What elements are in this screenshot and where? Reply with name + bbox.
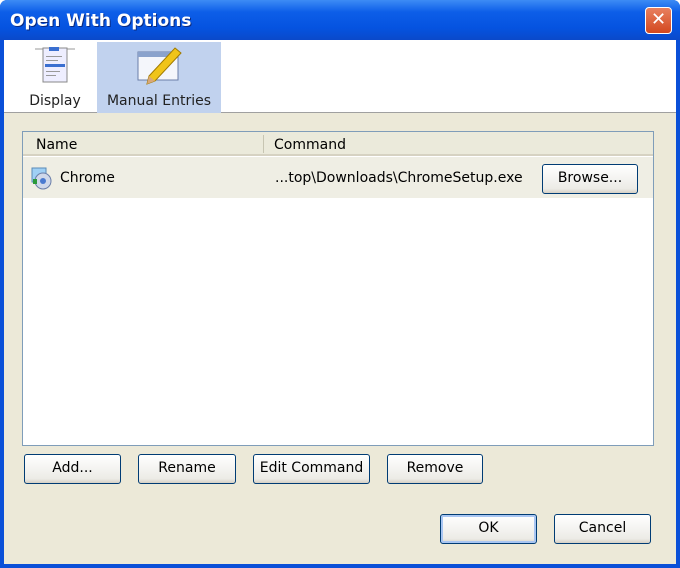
table-row[interactable]: Chrome ...top\Downloads\ChromeSetup.exe …	[23, 157, 653, 198]
dialog-window: Open With Options ✕ Display Manual Entri…	[0, 0, 680, 568]
entry-command: ...top\Downloads\ChromeSetup.exe	[275, 170, 523, 186]
close-icon: ✕	[650, 9, 667, 30]
tab-display[interactable]: Display	[10, 42, 100, 113]
close-button[interactable]: ✕	[645, 7, 672, 34]
tab-manual-entries-label: Manual Entries	[106, 93, 212, 109]
rename-button[interactable]: Rename	[138, 454, 236, 484]
cancel-button[interactable]: Cancel	[554, 514, 651, 544]
entry-name: Chrome	[60, 170, 115, 186]
display-icon	[35, 47, 75, 83]
window-title: Open With Options	[10, 11, 192, 31]
chrome-setup-icon	[31, 167, 52, 190]
column-divider[interactable]	[263, 135, 264, 153]
ok-button[interactable]: OK	[440, 514, 537, 544]
add-button[interactable]: Add...	[24, 454, 121, 484]
remove-button[interactable]: Remove	[387, 454, 483, 484]
tab-display-label: Display	[29, 93, 81, 109]
pencil-window-icon	[137, 47, 182, 85]
edit-command-button[interactable]: Edit Command	[253, 454, 370, 484]
tab-toolbar: Display Manual Entries	[4, 40, 676, 113]
title-bar[interactable]: Open With Options ✕	[0, 0, 680, 40]
browse-button[interactable]: Browse...	[542, 164, 638, 194]
entries-list[interactable]: Name Command Chrome ...top\Downloads\Chr…	[22, 131, 654, 446]
list-header: Name Command	[23, 132, 653, 156]
column-header-command[interactable]: Command	[274, 137, 346, 153]
column-header-name[interactable]: Name	[36, 137, 77, 153]
dialog-body: Display Manual Entries Name Command Chro…	[4, 40, 676, 564]
tab-manual-entries[interactable]: Manual Entries	[97, 42, 221, 113]
